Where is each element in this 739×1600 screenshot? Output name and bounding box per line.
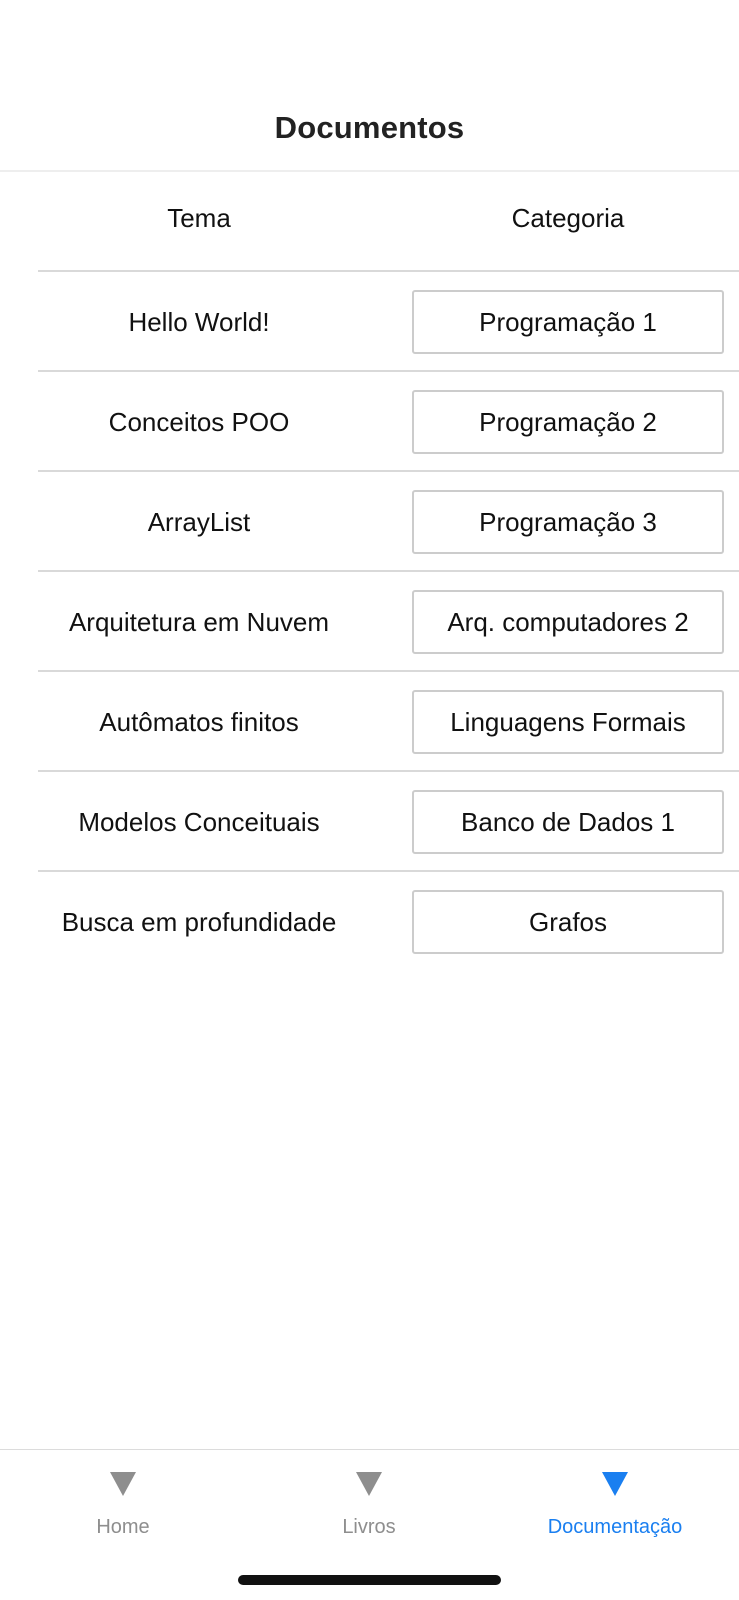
column-header-categoria: Categoria xyxy=(511,202,625,233)
table-header-row: Tema Categoria xyxy=(0,172,739,272)
tab-label: Livros xyxy=(342,1516,396,1538)
tema-cell: Hello World! xyxy=(128,306,270,337)
table-row: Conceitos POO Programação 2 xyxy=(0,372,739,472)
nav-header: Documentos xyxy=(0,0,739,172)
triangle-down-icon xyxy=(356,1472,382,1496)
tema-cell: Arquitetura em Nuvem xyxy=(68,606,330,637)
table-row: Hello World! Programação 1 xyxy=(0,272,739,372)
tab-home[interactable]: Home xyxy=(0,1450,246,1560)
documents-table: Tema Categoria Hello World! Programação … xyxy=(0,172,739,972)
tab-label: Documentação xyxy=(547,1516,683,1538)
triangle-down-icon xyxy=(602,1472,628,1496)
table-row: Busca em profundidade Grafos xyxy=(0,872,739,972)
tema-cell: Conceitos POO xyxy=(108,406,290,437)
tema-cell: ArrayList xyxy=(147,506,251,537)
tab-label: Home xyxy=(96,1516,150,1538)
categoria-button[interactable]: Programação 1 xyxy=(412,290,724,354)
table-row: ArrayList Programação 3 xyxy=(0,472,739,572)
categoria-button[interactable]: Grafos xyxy=(412,890,724,954)
tab-documentacao[interactable]: Documentação xyxy=(492,1450,738,1560)
categoria-button[interactable]: Arq. computadores 2 xyxy=(412,590,724,654)
categoria-button[interactable]: Programação 3 xyxy=(412,490,724,554)
categoria-button[interactable]: Banco de Dados 1 xyxy=(412,790,724,854)
table-row: Arquitetura em Nuvem Arq. computadores 2 xyxy=(0,572,739,672)
home-indicator[interactable] xyxy=(238,1575,501,1585)
tema-cell: Autômatos finitos xyxy=(99,706,299,737)
table-row: Modelos Conceituais Banco de Dados 1 xyxy=(0,772,739,872)
tema-cell: Busca em profundidade xyxy=(61,906,337,937)
categoria-button[interactable]: Linguagens Formais xyxy=(412,690,724,754)
column-header-tema: Tema xyxy=(167,202,231,233)
categoria-button[interactable]: Programação 2 xyxy=(412,390,724,454)
page-title: Documentos xyxy=(274,110,465,145)
tab-livros[interactable]: Livros xyxy=(246,1450,492,1560)
triangle-down-icon xyxy=(110,1472,136,1496)
tema-cell: Modelos Conceituais xyxy=(78,806,320,837)
table-row: Autômatos finitos Linguagens Formais xyxy=(0,672,739,772)
